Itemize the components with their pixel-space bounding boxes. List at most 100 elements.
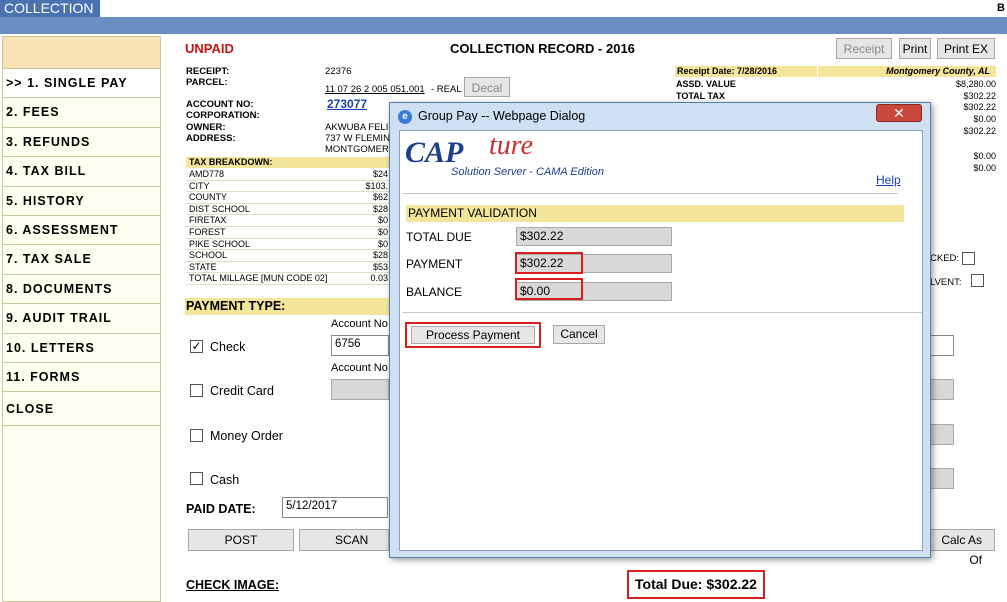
- sidebar: >> 1. SINGLE PAY 2. FEES 3. REFUNDS 4. TAX …: [2, 36, 161, 602]
- sidebar-header: [3, 37, 160, 69]
- logo-ture: ture: [489, 130, 534, 161]
- assd-value-label: ASSD. VALUE: [676, 79, 736, 89]
- tax-row-name: FOREST: [189, 226, 226, 237]
- right-value-0: $302.22: [963, 91, 996, 101]
- dialog-title: Group Pay -- Webpage Dialog: [418, 109, 586, 123]
- check-checkbox[interactable]: ✓: [190, 340, 203, 353]
- calc-as-of-button[interactable]: Calc As Of: [926, 529, 995, 567]
- sidebar-item-fees[interactable]: 2. FEES: [3, 98, 160, 128]
- tax-row-name: AMD778: [189, 169, 225, 179]
- parcel-link[interactable]: 11 07 26 2 005 051.001: [325, 84, 425, 95]
- tax-row-value: 0.03: [370, 273, 388, 284]
- address-label: ADDRESS:: [186, 133, 236, 144]
- help-link[interactable]: Help: [876, 173, 901, 187]
- process-payment-button[interactable]: Process Payment: [411, 326, 535, 344]
- group-pay-dialog: e Group Pay -- Webpage Dialog ✕ CAP ture…: [389, 102, 931, 558]
- receipt-date: Receipt Date: 7/28/2016: [675, 66, 817, 77]
- decal-button[interactable]: Decal: [464, 77, 510, 97]
- owner-label: OWNER:: [186, 122, 226, 133]
- tax-row-value: $28: [372, 250, 388, 261]
- logo-divider: [402, 193, 898, 194]
- address-line2: MONTGOMER: [325, 144, 389, 155]
- sidebar-item-documents[interactable]: 8. DOCUMENTS: [3, 274, 160, 305]
- tax-row-name: STATE: [189, 261, 217, 272]
- tax-row: CITY $103.: [186, 181, 392, 193]
- tax-row: TOTAL MILLAGE [MUN CODE 02] 0.03: [186, 273, 392, 285]
- tax-row-value: $0: [377, 215, 388, 226]
- money-order-label: Money Order: [210, 429, 283, 443]
- tax-row: FIRETAX $0: [186, 215, 392, 227]
- balance-highlight: [515, 278, 583, 300]
- validation-divider: [402, 312, 922, 313]
- money-order-checkbox[interactable]: [190, 429, 203, 442]
- tax-row-value: $0: [377, 238, 388, 249]
- tax-row-name: SCHOOL: [189, 250, 228, 261]
- page-title: COLLECTION RECORD - 2016: [450, 41, 635, 56]
- tax-row: DIST SCHOOL $28: [186, 204, 392, 216]
- print-button[interactable]: Print: [899, 38, 931, 59]
- checked-checkbox[interactable]: [962, 252, 975, 265]
- print-ex-button[interactable]: Print EX: [937, 38, 995, 59]
- paid-date-label: PAID DATE:: [186, 502, 256, 516]
- dialog-total-due-label: TOTAL DUE: [406, 230, 472, 244]
- dialog-payment-label: PAYMENT: [406, 257, 463, 271]
- status-label: UNPAID: [185, 41, 234, 56]
- tax-row-name: CITY: [189, 180, 210, 191]
- address-line1: 737 W FLEMIN: [325, 133, 390, 144]
- parcel-type: - REAL: [431, 84, 462, 95]
- dialog-body: CAP ture Solution Server - CAMA Edition …: [399, 130, 923, 551]
- collection-tab[interactable]: COLLECTION: [0, 0, 100, 17]
- logo-subtitle: Solution Server - CAMA Edition: [451, 166, 605, 178]
- logo-cap: CAP: [405, 136, 464, 169]
- sidebar-item-single-pay[interactable]: >> 1. SINGLE PAY: [3, 69, 160, 99]
- payment-highlight: [515, 252, 583, 274]
- tax-row-value: $24: [372, 169, 388, 179]
- tax-row-name: TOTAL MILLAGE [MUN CODE 02]: [189, 273, 328, 284]
- dialog-balance-label: BALANCE: [406, 285, 463, 299]
- tax-row-name: COUNTY: [189, 192, 227, 203]
- tax-row-value: $53: [372, 261, 388, 272]
- sidebar-item-close[interactable]: CLOSE: [3, 392, 160, 427]
- tax-row-value: $28: [372, 203, 388, 214]
- check-account-input[interactable]: 6756: [331, 335, 389, 356]
- paid-date-input[interactable]: 5/12/2017: [282, 497, 388, 518]
- receipt-button[interactable]: Receipt: [836, 38, 892, 59]
- sidebar-item-history[interactable]: 5. HISTORY: [3, 186, 160, 216]
- sidebar-item-refunds[interactable]: 3. REFUNDS: [3, 127, 160, 158]
- credit-card-label: Credit Card: [210, 384, 274, 398]
- top-bar: COLLECTION B: [0, 0, 1007, 34]
- account-link[interactable]: 273077: [327, 97, 367, 111]
- credit-card-checkbox[interactable]: [190, 384, 203, 397]
- tax-row: COUNTY $62: [186, 192, 392, 204]
- check-label: Check: [210, 340, 246, 354]
- sidebar-item-letters[interactable]: 10. LETTERS: [3, 333, 160, 363]
- sidebar-item-tax-bill[interactable]: 4. TAX BILL: [3, 157, 160, 187]
- credit-card-account-input[interactable]: [331, 379, 389, 400]
- sidebar-item-audit-trail[interactable]: 9. AUDIT TRAIL: [3, 304, 160, 334]
- sidebar-item-assessment[interactable]: 6. ASSESSMENT: [3, 215, 160, 246]
- cash-checkbox[interactable]: [190, 472, 203, 485]
- receipt-value: 22376: [325, 66, 352, 77]
- tax-row: FOREST $0: [186, 227, 392, 239]
- post-button[interactable]: POST: [188, 529, 294, 551]
- total-tax-label: TOTAL TAX: [676, 91, 725, 101]
- parcel-label: PARCEL:: [186, 77, 228, 88]
- captu-logo: CAP ture Solution Server - CAMA Edition: [405, 130, 665, 180]
- credit-account-no-label: Account No: [331, 362, 388, 374]
- account-label: ACCOUNT NO:: [186, 99, 254, 110]
- checked-label: CKED:: [930, 253, 960, 264]
- total-due-text: Total Due: $302.22: [635, 576, 757, 592]
- solvent-checkbox[interactable]: [971, 274, 984, 287]
- tax-row: SCHOOL $28: [186, 250, 392, 262]
- sidebar-item-forms[interactable]: 11. FORMS: [3, 362, 160, 393]
- tax-row: AMD778 $24: [186, 169, 392, 181]
- tax-row-name: DIST SCHOOL: [189, 203, 250, 214]
- assd-value: $8,280.00: [955, 79, 996, 89]
- solvent-label: LVENT:: [930, 277, 962, 288]
- tax-row-value: $103.: [365, 180, 388, 191]
- cancel-button[interactable]: Cancel: [553, 325, 605, 344]
- sidebar-item-tax-sale[interactable]: 7. TAX SALE: [3, 245, 160, 275]
- dialog-close-button[interactable]: ✕: [876, 104, 922, 122]
- tax-row-value: $0: [377, 226, 388, 237]
- scan-button[interactable]: SCAN: [299, 529, 389, 551]
